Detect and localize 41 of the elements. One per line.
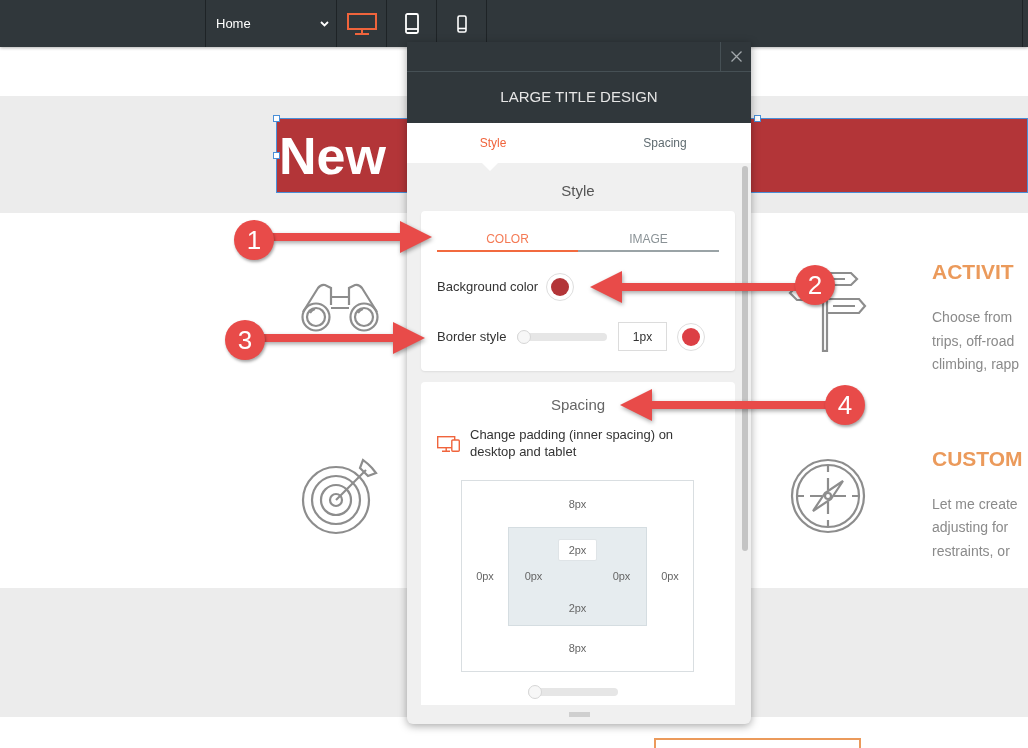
feature-heading: CUSTOM — [932, 446, 1023, 471]
color-image-tab[interactable]: IMAGE — [578, 228, 719, 252]
slider-track[interactable] — [528, 685, 618, 699]
resize-handle[interactable] — [754, 115, 761, 122]
padding-left-value: 0px — [524, 568, 543, 584]
border-style-label: Border style — [437, 327, 508, 346]
margin-bottom-value: 8px — [568, 641, 587, 657]
tablet-icon — [404, 13, 419, 34]
drag-handle[interactable] — [568, 712, 590, 717]
feature-heading: ACTIVIT — [932, 260, 1015, 284]
color-picker-button[interactable] — [546, 273, 575, 301]
padding-description: Change padding (inner spacing) on desktop and tablet — [470, 426, 675, 460]
feature-description: Let me create adjusting for restraints, or — [932, 494, 1019, 561]
panel-tab[interactable]: Spacing — [579, 123, 751, 163]
panel-title: LARGE TITLE DESIGN — [500, 87, 658, 108]
resize-handle[interactable] — [273, 152, 280, 159]
target-arrow-icon — [300, 458, 378, 536]
margin-left-value: 0px — [476, 569, 494, 585]
chevron-down-icon — [320, 20, 329, 27]
close-icon — [730, 51, 742, 62]
slider-thumb[interactable] — [528, 685, 542, 699]
panel-tab[interactable]: Style — [407, 123, 579, 163]
background-color-label: Background color — [437, 278, 539, 297]
card-title: Spacing — [549, 395, 607, 415]
padding-right-value: 0px — [612, 568, 631, 584]
margin-top-value: 8px — [568, 496, 587, 512]
color-picker-button[interactable] — [677, 322, 705, 351]
monitor-icon — [346, 12, 377, 35]
feature-description: Choose from trips, off-road climbing, rapp — [932, 308, 1021, 374]
slider-thumb[interactable] — [517, 329, 531, 344]
scrollbar[interactable] — [742, 166, 748, 551]
padding-bottom-value: 2px — [568, 600, 587, 616]
phone-icon — [456, 14, 467, 33]
resize-handle[interactable] — [273, 115, 280, 122]
padding-top-field[interactable]: 2px — [558, 539, 597, 561]
title-text: New — [279, 129, 386, 182]
devices-icon — [437, 436, 460, 452]
margin-right-value: 0px — [661, 569, 679, 585]
slider-track[interactable] — [517, 329, 607, 344]
compass-icon — [790, 458, 866, 534]
border-width-field[interactable]: 1px — [618, 322, 667, 351]
